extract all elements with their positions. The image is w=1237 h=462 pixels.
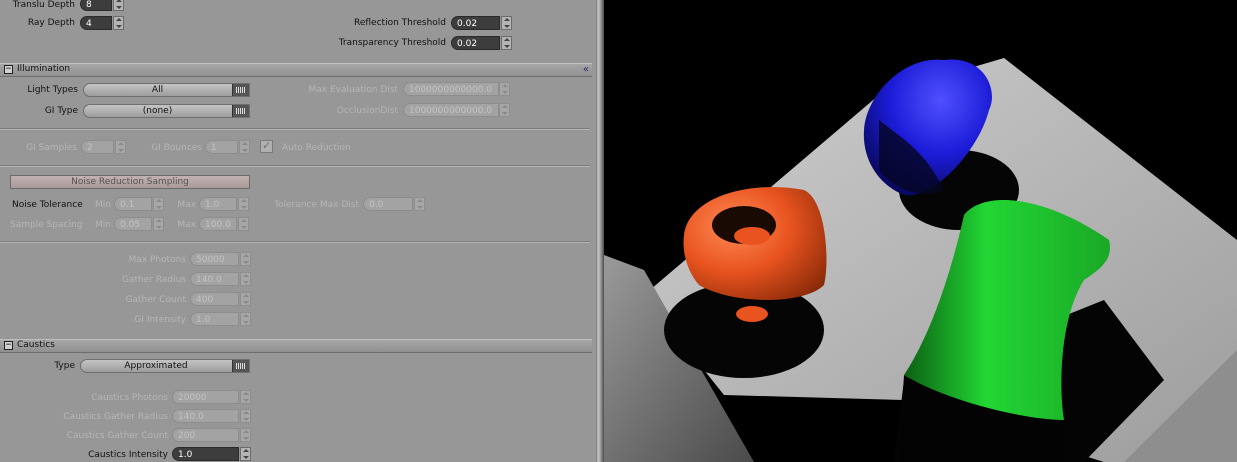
translu-depth-field[interactable]: 8 (80, 0, 112, 11)
max-eval-dist-spinner[interactable] (499, 82, 510, 96)
noise-tolerance-min-spinner[interactable] (153, 197, 164, 211)
collapse-toggle-icon[interactable]: − (4, 65, 13, 74)
caustics-photons-label: Caustics Photons (91, 393, 168, 403)
sample-spacing-max-label: Max (177, 220, 196, 230)
light-types-dropdown[interactable]: All (83, 83, 250, 97)
caustics-intensity-spinner[interactable] (240, 447, 251, 461)
noise-reduction-sampling-button[interactable]: Noise Reduction Sampling (10, 175, 250, 189)
translu-depth-spinner[interactable] (113, 0, 124, 11)
caustics-gather-count-field[interactable]: 200 (172, 428, 239, 442)
sample-spacing-max-field[interactable]: 100.0 (199, 217, 237, 231)
max-photons-label: Max Photons (128, 255, 186, 265)
occlusion-dist-spinner[interactable] (499, 103, 510, 117)
gi-bounces-label: GI Bounces (151, 143, 202, 153)
sample-spacing-min-field[interactable]: 0.05 (114, 217, 152, 231)
gi-intensity-spinner[interactable] (240, 312, 251, 326)
render-viewport[interactable] (604, 0, 1237, 462)
reflection-threshold-field[interactable]: 0.02 (451, 16, 500, 30)
max-eval-dist-field[interactable]: 1000000000000.0 (403, 82, 499, 96)
caustics-section-header[interactable]: − Caustics (0, 339, 592, 353)
noise-tolerance-max-field[interactable]: 1.0 (199, 197, 237, 211)
caustics-title: Caustics (17, 340, 55, 350)
light-types-value: All (151, 85, 164, 95)
caustics-intensity-label: Caustics Intensity (88, 450, 168, 460)
gi-intensity-label: GI Intensity (134, 315, 186, 325)
gather-count-spinner[interactable] (240, 292, 251, 306)
sample-spacing-max-spinner[interactable] (238, 217, 249, 231)
max-eval-dist-label: Max Evaluation Dist (308, 85, 398, 95)
caustics-gather-radius-label: Caustics Gather Radius (63, 412, 168, 422)
illumination-title: Illumination (17, 64, 71, 74)
tolerance-max-dist-field[interactable]: 0.0 (363, 197, 413, 211)
transparency-threshold-field[interactable]: 0.02 (451, 36, 500, 50)
dropdown-grid-icon (232, 105, 249, 117)
gi-samples-spinner[interactable] (115, 140, 126, 154)
caustics-type-dropdown[interactable]: Approximated (80, 359, 250, 373)
panel-splitter[interactable] (596, 0, 604, 462)
light-types-label: Light Types (27, 85, 78, 95)
translu-depth-label: Translu Depth (12, 0, 75, 10)
caustics-intensity-field[interactable]: 1.0 (172, 447, 239, 461)
gi-type-dropdown[interactable]: (none) (83, 104, 250, 118)
noise-tolerance-label: Noise Tolerance (12, 200, 83, 210)
illumination-section-header[interactable]: − Illumination « (0, 63, 592, 77)
tolerance-max-dist-spinner[interactable] (414, 197, 425, 211)
gi-bounces-spinner[interactable] (239, 140, 250, 154)
dropdown-grid-icon (232, 84, 249, 96)
tolerance-max-dist-label: Tolerance Max Dist (274, 200, 359, 210)
transparency-threshold-spinner[interactable] (501, 36, 512, 50)
caustics-gather-radius-spinner[interactable] (240, 409, 251, 423)
gather-radius-field[interactable]: 140.0 (190, 272, 239, 286)
reflection-threshold-label: Reflection Threshold (354, 18, 446, 28)
dropdown-grid-icon (232, 360, 249, 372)
gather-radius-spinner[interactable] (240, 272, 251, 286)
occlusion-dist-field[interactable]: 1000000000000.0 (403, 103, 499, 117)
caustics-gather-count-spinner[interactable] (240, 428, 251, 442)
noise-tolerance-max-spinner[interactable] (238, 197, 249, 211)
double-chevron-left-icon[interactable]: « (583, 64, 589, 75)
caustics-type-value: Approximated (124, 361, 188, 371)
sample-spacing-min-spinner[interactable] (153, 217, 164, 231)
caustics-photons-field[interactable]: 20000 (172, 390, 239, 404)
gather-count-label: Gather Count (125, 295, 186, 305)
gi-samples-field[interactable]: 2 (81, 140, 114, 154)
caustics-gather-radius-field[interactable]: 140.0 (172, 409, 239, 423)
collapse-toggle-icon[interactable]: − (4, 341, 13, 350)
gi-type-label: GI Type (44, 106, 78, 116)
occlusion-dist-label: OcclusionDist (336, 106, 398, 116)
separator (0, 128, 590, 130)
gather-radius-label: Gather Radius (122, 275, 186, 285)
max-photons-spinner[interactable] (240, 252, 251, 266)
separator (0, 241, 590, 243)
gi-type-value: (none) (142, 106, 173, 116)
render-preview (604, 58, 1237, 462)
caustics-photons-spinner[interactable] (240, 390, 251, 404)
ray-depth-label: Ray Depth (27, 18, 75, 28)
auto-reduction-checkbox[interactable] (260, 139, 273, 153)
separator (0, 165, 590, 167)
noise-tolerance-min-label: Min (95, 200, 111, 210)
sample-spacing-min-label: Min (95, 220, 111, 230)
transparency-threshold-label: Transparency Threshold (338, 38, 446, 48)
gather-count-field[interactable]: 400 (190, 292, 239, 306)
noise-tolerance-min-field[interactable]: 0.1 (114, 197, 152, 211)
gi-intensity-field[interactable]: 1.0 (190, 312, 239, 326)
ray-depth-spinner[interactable] (113, 16, 124, 30)
reflection-threshold-spinner[interactable] (501, 16, 512, 30)
gi-samples-label: GI Samples (26, 143, 77, 153)
auto-reduction-label: Auto Reduction (282, 143, 351, 153)
caustics-type-label: Type (54, 361, 75, 371)
sample-spacing-label: Sample Spacing (10, 220, 83, 230)
gi-bounces-field[interactable]: 1 (205, 140, 238, 154)
render-settings-panel: Translu Depth 8 Ray Depth 4 Reflection T… (0, 0, 596, 462)
noise-tolerance-max-label: Max (177, 200, 196, 210)
ray-depth-field[interactable]: 4 (80, 16, 112, 30)
max-photons-field[interactable]: 50000 (190, 252, 239, 266)
caustics-gather-count-label: Caustics Gather Count (66, 431, 168, 441)
